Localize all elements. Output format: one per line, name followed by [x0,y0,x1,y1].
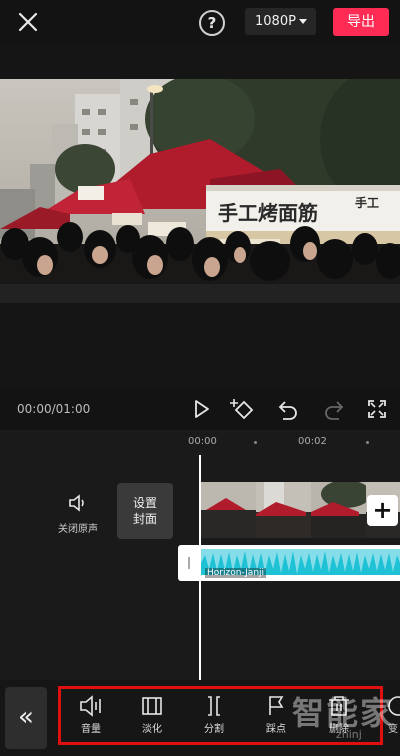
thumbnail-frame [201,482,256,538]
audio-trim-handle[interactable] [178,545,201,581]
undo-icon[interactable] [277,398,299,420]
caret-down-icon [299,19,307,24]
redo-icon[interactable] [323,398,345,420]
help-icon[interactable]: ? [199,10,225,36]
handle-grip [188,557,190,569]
ruler-tick-label: 00:02 [298,436,327,447]
mute-original-audio-button[interactable]: 关闭原声 [52,494,104,535]
cover-label-line1: 设置 [132,496,157,510]
collapse-button[interactable]: « [5,687,47,749]
resolution-label: 1080P [255,14,296,29]
cover-label-line2: 封面 [132,512,157,526]
close-icon[interactable] [14,8,42,36]
speaker-icon [67,494,89,516]
ruler-dot [366,441,369,444]
ruler-tick-label: 00:00 [188,436,217,447]
fullscreen-icon[interactable] [366,398,388,420]
audio-track-name: Horizon-Janji [205,568,267,578]
resolution-dropdown[interactable]: 1080P [245,8,316,35]
time-display: 00:00/01:00 [17,402,91,416]
watermark-url: zhinj [336,728,362,741]
export-button[interactable]: 导出 [333,8,389,36]
play-icon[interactable] [190,398,212,420]
video-preview[interactable]: 手工烤面筋 手工 [0,79,400,303]
playhead[interactable] [199,455,201,680]
add-clip-button[interactable]: + [367,495,398,526]
stall-sign-text: 手工烤面筋 [218,201,318,225]
stall-sign-text-right: 手工 [355,195,379,210]
ruler-dot [254,441,257,444]
keyframe-icon[interactable] [228,398,256,420]
set-cover-button[interactable]: 设置 封面 [117,483,173,539]
mute-label: 关闭原声 [58,524,98,535]
